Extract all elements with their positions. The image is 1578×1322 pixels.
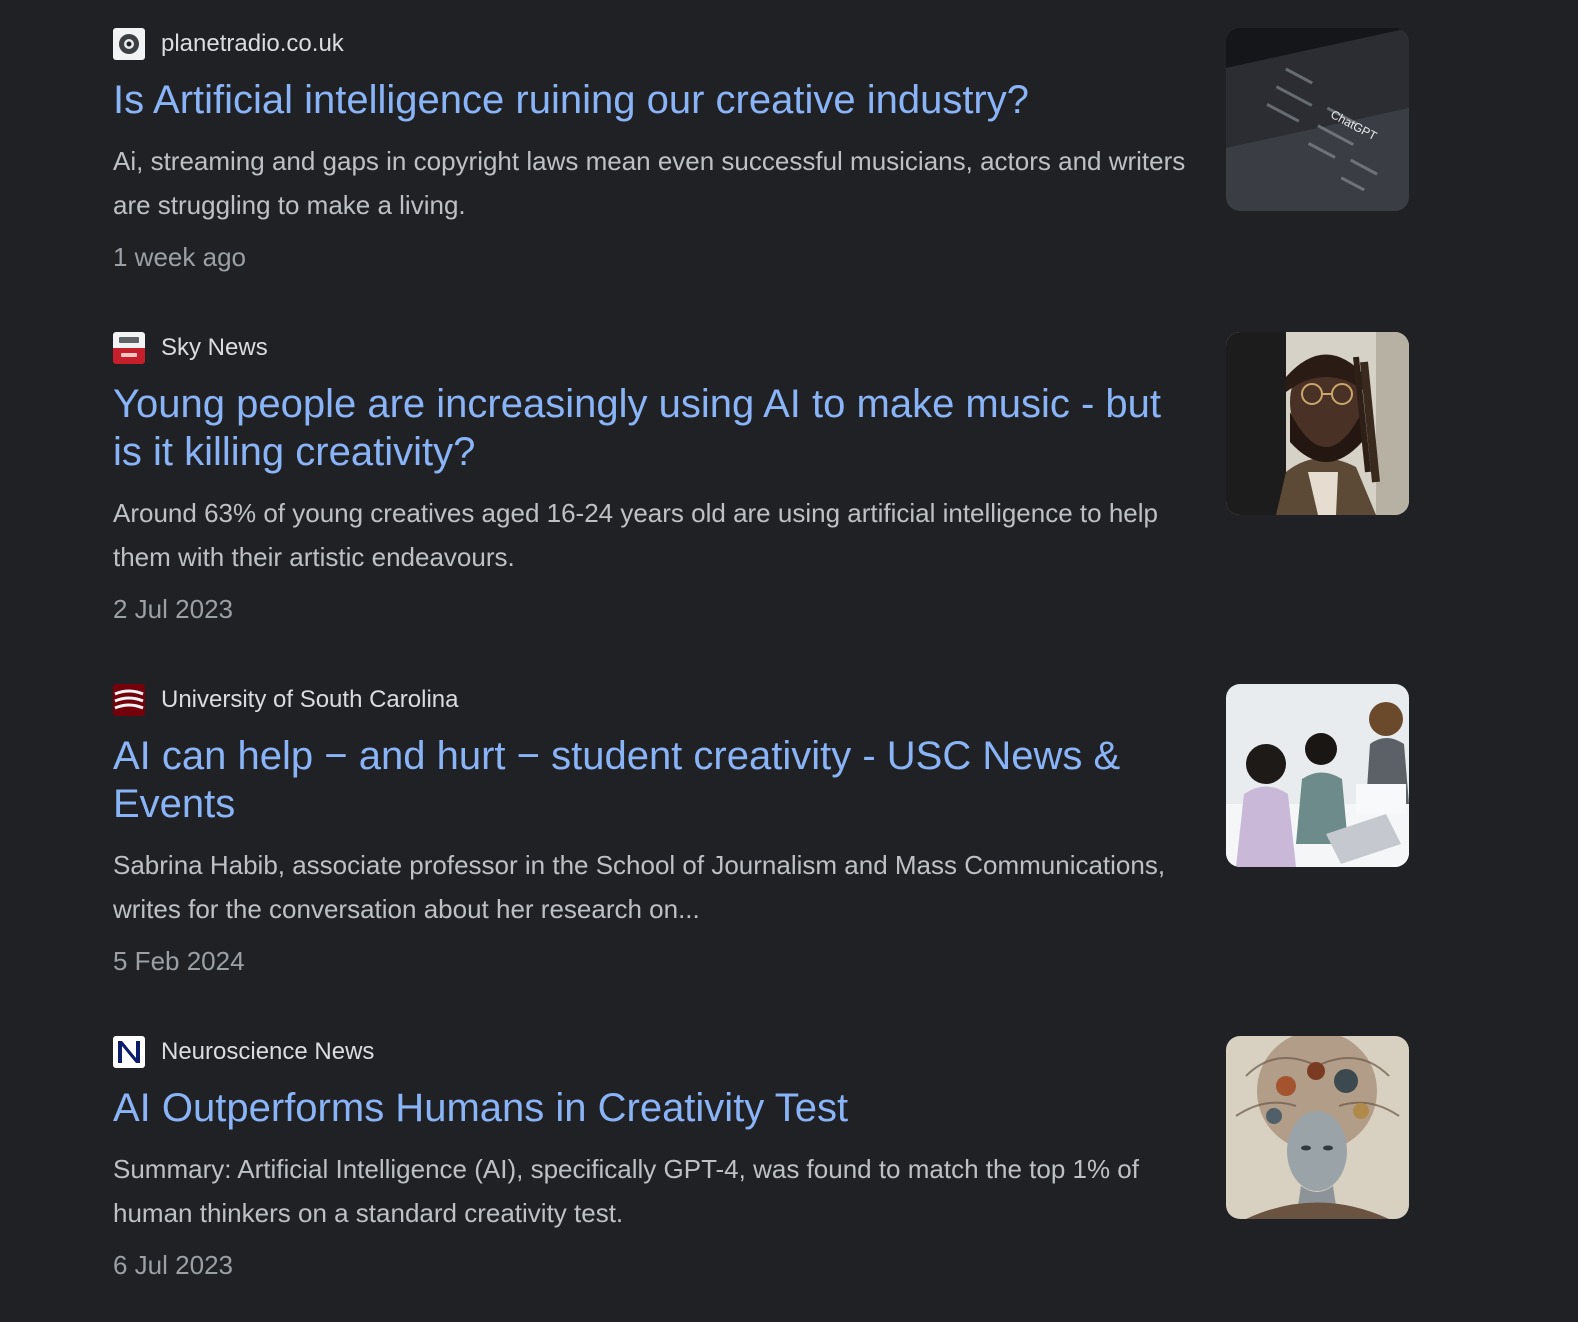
result-date: 2 Jul 2023 bbox=[113, 594, 233, 624]
result-thumbnail[interactable] bbox=[1226, 684, 1409, 867]
result-thumbnail[interactable] bbox=[1226, 1036, 1409, 1219]
chatgpt-screen-image: ChatGPT bbox=[1226, 28, 1409, 211]
source-name: planetradio.co.uk bbox=[161, 30, 344, 57]
result-title-link[interactable]: AI can help − and hurt − student creativ… bbox=[113, 732, 1193, 828]
result-snippet: Ai, streaming and gaps in copyright laws… bbox=[113, 146, 1186, 220]
result-date: 1 week ago bbox=[113, 242, 246, 272]
source-name: University of South Carolina bbox=[161, 686, 459, 713]
result-source[interactable]: University of South Carolina bbox=[113, 684, 458, 716]
result-date: 6 Jul 2023 bbox=[113, 1250, 233, 1280]
source-name: Neuroscience News bbox=[161, 1038, 375, 1065]
result-date: 5 Feb 2024 bbox=[113, 946, 245, 976]
ai-head-artwork-image bbox=[1226, 1036, 1409, 1219]
students-laptop-image bbox=[1226, 684, 1409, 867]
neuroscience-news-logo-icon bbox=[113, 1036, 145, 1068]
result-source[interactable]: planetradio.co.uk bbox=[113, 28, 344, 60]
result-title-link[interactable]: Is Artificial intelligence ruining our c… bbox=[113, 76, 1193, 124]
sky-news-logo-icon bbox=[113, 332, 145, 364]
result-thumbnail[interactable]: ChatGPT bbox=[1226, 28, 1409, 211]
man-portrait-image bbox=[1226, 332, 1409, 515]
result-snippet: Around 63% of young creatives aged 16-24… bbox=[113, 498, 1158, 572]
result-title-link[interactable]: AI Outperforms Humans in Creativity Test bbox=[113, 1084, 1193, 1132]
source-name: Sky News bbox=[161, 334, 268, 361]
result-source[interactable]: Neuroscience News bbox=[113, 1036, 374, 1068]
result-title-link[interactable]: Young people are increasingly using AI t… bbox=[113, 380, 1193, 476]
planetradio-logo-icon bbox=[113, 28, 145, 60]
usc-logo-icon bbox=[113, 684, 145, 716]
result-source[interactable]: Sky News bbox=[113, 332, 268, 364]
result-thumbnail[interactable] bbox=[1226, 332, 1409, 515]
result-snippet: Summary: Artificial Intelligence (AI), s… bbox=[113, 1154, 1139, 1228]
result-snippet: Sabrina Habib, associate professor in th… bbox=[113, 850, 1166, 924]
